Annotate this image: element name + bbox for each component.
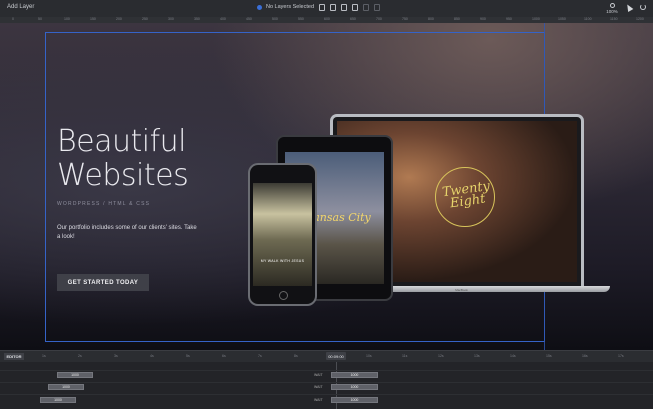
ruler-tick: 650	[350, 17, 356, 21]
current-time-indicator[interactable]: 00:09:00	[326, 352, 346, 360]
track-start-bar[interactable]: 1000	[57, 372, 93, 378]
ruler-tick: 1000	[532, 17, 540, 21]
layer-selection-status: No Layers Selected	[257, 4, 314, 10]
ruler-tick: 100	[64, 17, 70, 21]
wait-label: WAIT	[314, 398, 323, 402]
ruler-tick: 450	[246, 17, 252, 21]
hero-subtitle[interactable]: WORDPRESS / HTML & CSS	[57, 201, 150, 207]
ruler-tick: 600	[324, 17, 330, 21]
timeline-tick: 1s	[42, 354, 46, 358]
ruler-tick: 200	[116, 17, 122, 21]
copy-icon[interactable]	[319, 4, 325, 11]
ruler-tick: 550	[298, 17, 304, 21]
timeline-tick: 16s	[582, 354, 588, 358]
ruler-tick: 50	[38, 17, 42, 21]
track-start-bar[interactable]: 1000	[48, 384, 84, 390]
hero-title[interactable]: Beautiful Websites	[57, 124, 189, 193]
layer-actions	[319, 4, 380, 11]
delete-icon[interactable]	[330, 4, 336, 11]
editor-tab[interactable]: EDITOR	[4, 353, 24, 360]
editor-canvas[interactable]: Beautiful Websites WORDPRESS / HTML & CS…	[0, 23, 653, 350]
selection-dot-icon	[257, 4, 262, 10]
ruler-tick: 750	[402, 17, 408, 21]
ruler-tick: 0	[12, 17, 14, 21]
wait-label: WAIT	[314, 385, 323, 389]
timeline-tick: 2s	[78, 354, 82, 358]
timeline-tick: 11s	[402, 354, 408, 358]
ruler-tick: 300	[168, 17, 174, 21]
ruler-tick: 350	[194, 17, 200, 21]
timeline-panel: EDITOR 00:09:00 1s 2s 3s 4s 5s 6s 7s 8s 10s 11s 12…	[0, 350, 653, 409]
hero-description[interactable]: Our portfolio includes some of our clien…	[57, 224, 197, 242]
phone-screen: MY WALK WITH JESUS	[253, 183, 312, 286]
ruler-tick: 1100	[584, 17, 592, 21]
timeline-tick: 5s	[186, 354, 190, 358]
timeline-tick: 15s	[546, 354, 552, 358]
ruler-tick: 850	[454, 17, 460, 21]
timeline-ruler: EDITOR 00:09:00 1s 2s 3s 4s 5s 6s 7s 8s 10s 11s 12…	[0, 351, 653, 362]
timeline-tick: 12s	[438, 354, 444, 358]
timeline-tick: 3s	[114, 354, 118, 358]
ruler-tick: 400	[220, 17, 226, 21]
row-divider	[0, 394, 653, 395]
row-divider	[0, 370, 653, 371]
lock-icon[interactable]	[341, 4, 347, 11]
hero-title-line1: Beautiful	[57, 124, 187, 159]
pointer-tool-icon[interactable]	[624, 2, 634, 13]
track-end-bar[interactable]: 1000	[331, 372, 378, 378]
timeline-tick: 6s	[222, 354, 226, 358]
track-start-bar[interactable]: 1000	[40, 397, 76, 403]
phone-caption: MY WALK WITH JESUS	[260, 259, 305, 263]
get-started-button[interactable]: GET STARTED TODAY	[57, 274, 149, 291]
top-toolbar: Add Layer No Layers Selected 100%	[0, 0, 653, 18]
redo-small-icon[interactable]	[374, 4, 380, 11]
zoom-icon	[609, 3, 615, 8]
track-end-bar[interactable]: 1000	[331, 397, 378, 403]
wait-label: WAIT	[314, 373, 323, 377]
ruler-tick: 150	[90, 17, 96, 21]
track-end-bar[interactable]: 1000	[331, 384, 378, 390]
ruler-tick: 800	[428, 17, 434, 21]
timeline-tick: 13s	[474, 354, 480, 358]
selection-label: No Layers Selected	[266, 4, 314, 10]
timeline-tick: 8s	[294, 354, 298, 358]
timeline-tick: 17s	[618, 354, 624, 358]
undo-icon[interactable]	[640, 4, 646, 10]
zoom-level: 100%	[606, 9, 618, 14]
timeline-tick: 7s	[258, 354, 262, 358]
phone-mockup[interactable]: MY WALK WITH JESUS	[248, 163, 317, 306]
ruler-tick: 950	[506, 17, 512, 21]
ruler-tick: 1150	[610, 17, 618, 21]
ruler-tick: 1200	[636, 17, 644, 21]
ruler-tick: 900	[480, 17, 486, 21]
visibility-icon[interactable]	[352, 4, 358, 11]
add-layer-button[interactable]: Add Layer	[7, 4, 34, 10]
undo-small-icon[interactable]	[363, 4, 369, 11]
ruler-tick: 500	[272, 17, 278, 21]
ruler-tick: 700	[376, 17, 382, 21]
zoom-control[interactable]: 100%	[604, 3, 620, 14]
ruler-tick: 1050	[558, 17, 566, 21]
ruler-tick: 250	[142, 17, 148, 21]
timeline-tick: 4s	[150, 354, 154, 358]
timeline-tick: 14s	[510, 354, 516, 358]
row-divider	[0, 382, 653, 383]
hero-title-line2: Websites	[57, 158, 189, 193]
timeline-tick: 10s	[366, 354, 372, 358]
phone-home-button	[279, 291, 288, 300]
